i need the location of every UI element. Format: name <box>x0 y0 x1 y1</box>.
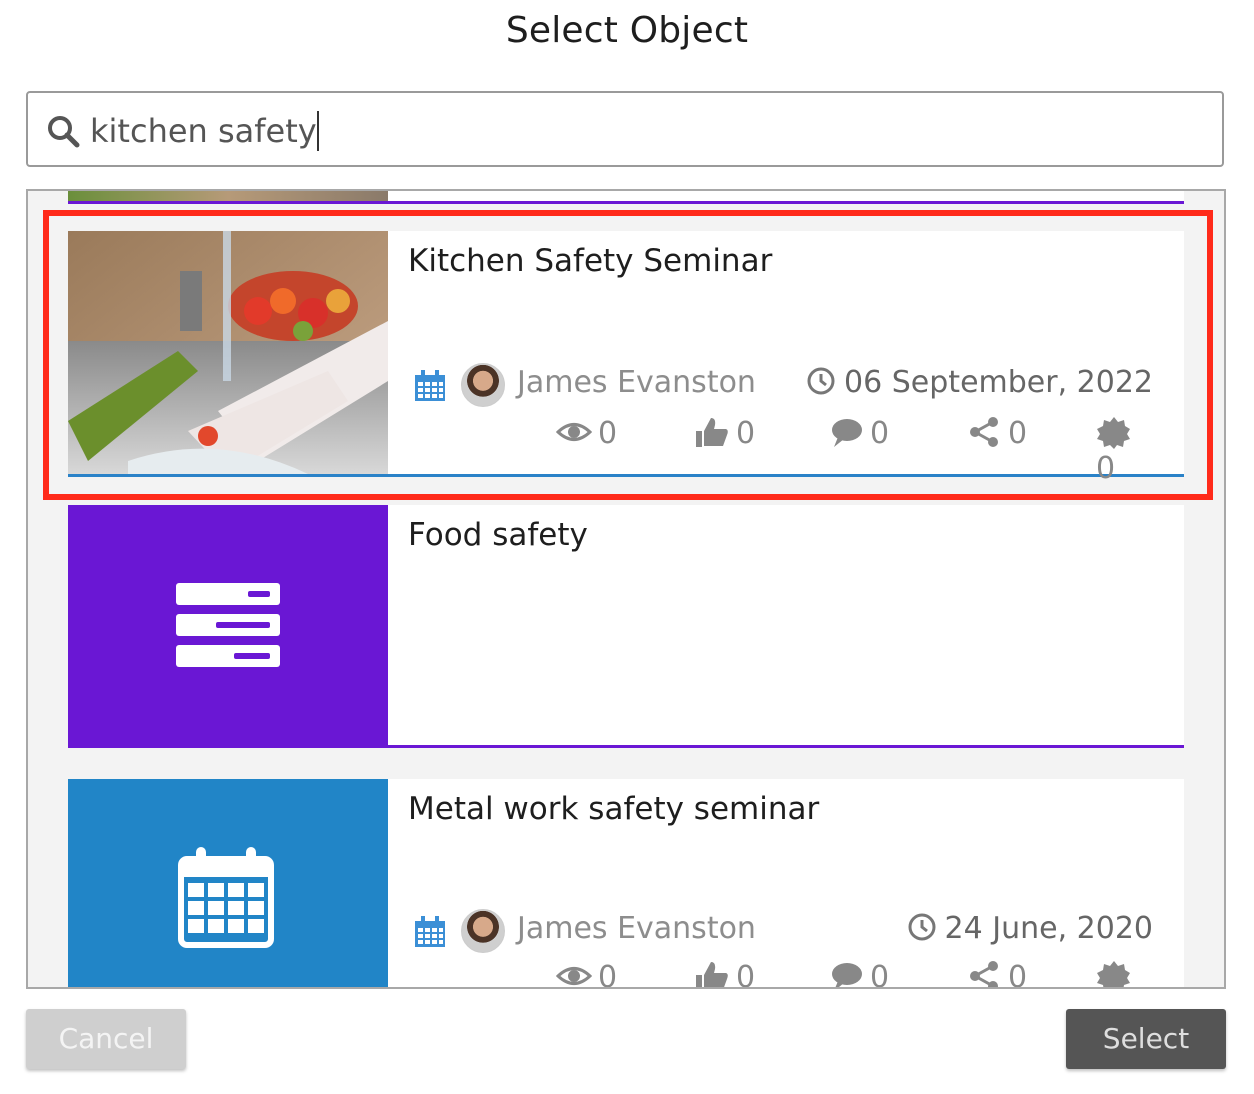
item-stats: 0 0 0 0 0 <box>555 415 1156 486</box>
list-item[interactable]: Kitchen Safety Seminar James Evanston 06… <box>68 231 1184 486</box>
item-thumbnail <box>68 191 388 201</box>
likes-stat: 0 <box>694 959 755 987</box>
item-stats: 0 0 0 0 0 <box>555 959 1156 987</box>
item-thumbnail <box>68 779 388 987</box>
comment-icon <box>832 963 862 987</box>
calendar-icon <box>415 370 445 401</box>
search-input[interactable]: kitchen safety <box>26 91 1224 167</box>
item-date: 06 September, 2022 <box>806 365 1153 400</box>
share-icon <box>970 417 998 447</box>
item-meta: James Evanston 06 September, 2022 <box>413 363 1153 409</box>
thumbs-up-icon <box>696 962 728 987</box>
item-meta: James Evanston 24 June, 2020 <box>413 909 1153 955</box>
clock-icon <box>807 367 835 395</box>
select-button[interactable]: Select <box>1066 1009 1226 1069</box>
comment-icon <box>832 419 862 447</box>
results-list[interactable]: Kitchen Safety Seminar James Evanston 06… <box>26 189 1226 989</box>
views-stat: 0 <box>555 959 617 987</box>
eye-icon <box>555 423 593 441</box>
item-date-text: 24 June, 2020 <box>944 911 1153 946</box>
item-author: James Evanston <box>517 365 756 400</box>
item-title: Metal work safety seminar <box>408 791 820 827</box>
badges-stat: 0 <box>1096 959 1156 987</box>
avatar <box>461 363 505 407</box>
search-icon <box>48 116 80 148</box>
calendar-icon <box>178 847 274 948</box>
item-date: 24 June, 2020 <box>907 911 1153 946</box>
cancel-button[interactable]: Cancel <box>26 1009 186 1069</box>
likes-stat: 0 <box>694 415 755 455</box>
avatar <box>461 909 505 953</box>
list-item-partial[interactable] <box>68 191 1184 204</box>
comments-stat: 0 <box>828 959 889 987</box>
item-title: Food safety <box>408 517 588 553</box>
shares-stat: 0 <box>966 959 1027 987</box>
thumbs-up-icon <box>696 418 728 447</box>
item-thumbnail <box>68 505 388 745</box>
item-author: James Evanston <box>517 911 756 946</box>
badge-icon <box>1097 961 1130 987</box>
calendar-icon <box>415 916 445 947</box>
item-title: Kitchen Safety Seminar <box>408 243 773 279</box>
comments-stat: 0 <box>828 415 889 455</box>
list-icon <box>176 583 280 667</box>
views-stat: 0 <box>555 415 617 455</box>
badge-icon <box>1097 417 1130 449</box>
list-item[interactable]: Metal work safety seminar James Evanston… <box>68 779 1184 987</box>
list-item[interactable]: Food safety <box>68 505 1184 748</box>
shares-stat: 0 <box>966 415 1027 455</box>
clock-icon <box>908 913 936 941</box>
search-value[interactable]: kitchen safety <box>90 111 319 151</box>
eye-icon <box>555 967 593 985</box>
dialog-title: Select Object <box>505 10 749 51</box>
share-icon <box>970 961 998 987</box>
badges-stat: 0 <box>1096 415 1156 486</box>
kitchen-photo-thumbnail <box>68 231 388 474</box>
item-date-text: 06 September, 2022 <box>844 365 1153 400</box>
